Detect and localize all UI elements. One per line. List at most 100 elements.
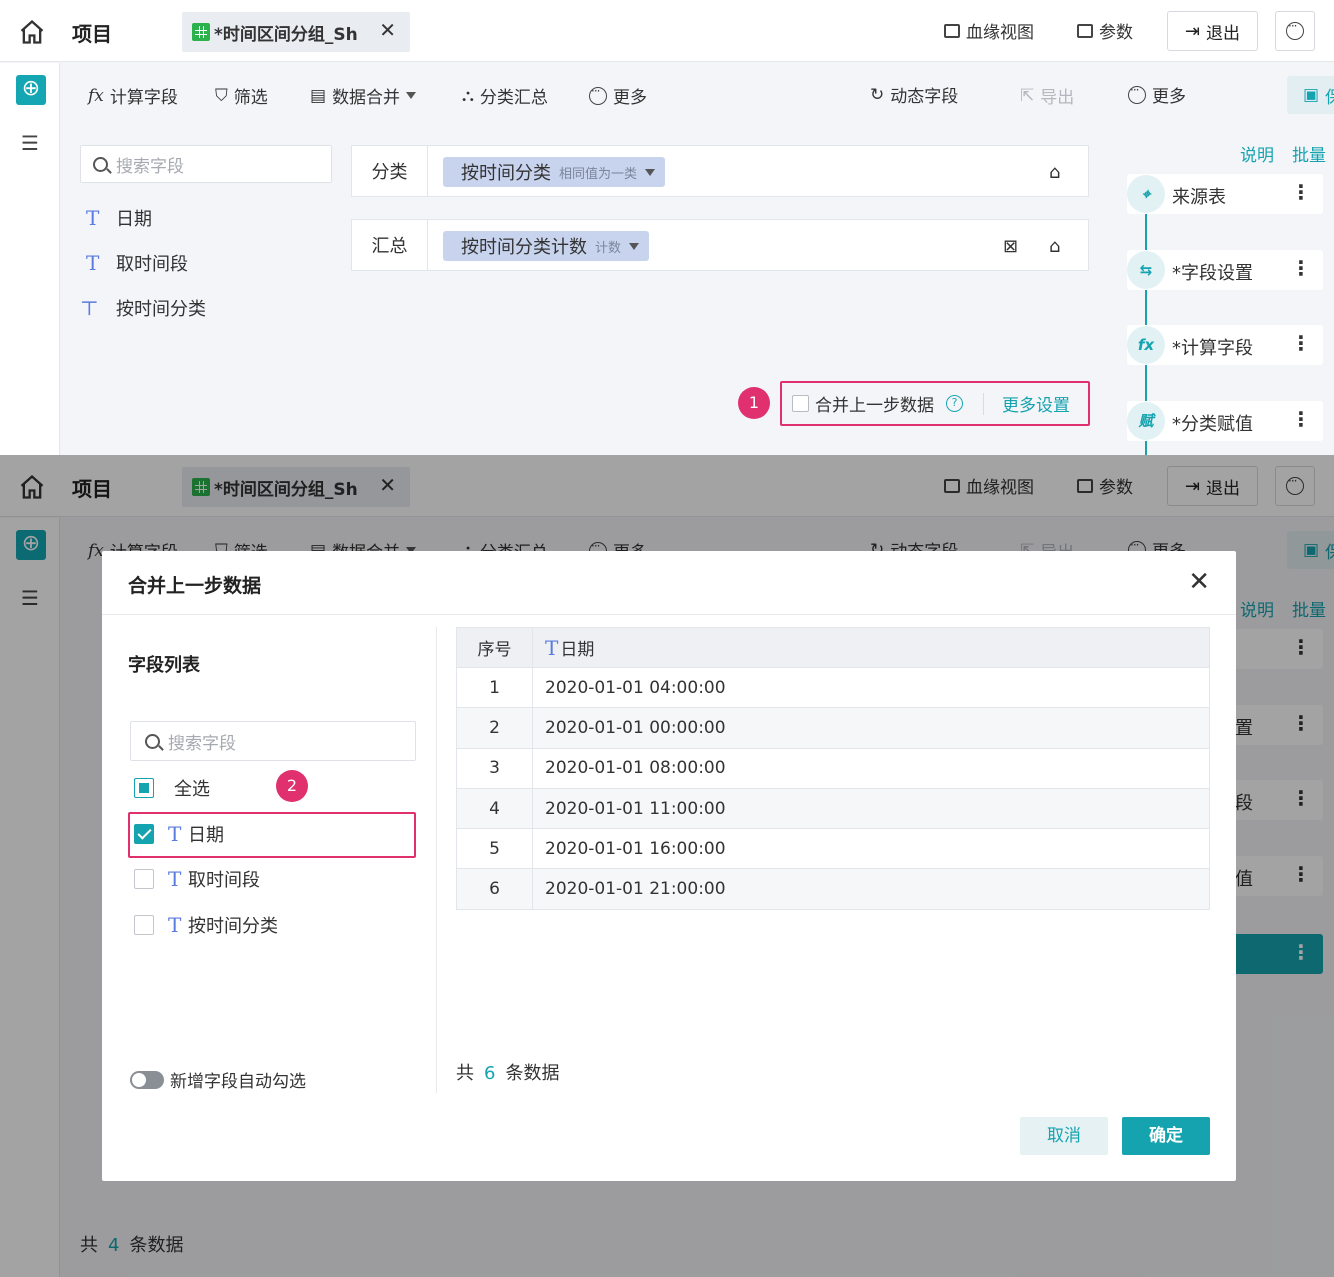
filter-button[interactable]: ⛉筛选 — [215, 83, 268, 109]
table-row: 5 2020-01-01 16:00:00 — [456, 828, 1210, 870]
merge-button[interactable]: ▤数据合并 — [310, 83, 417, 108]
dialog-search-input[interactable]: 搜索字段 — [130, 721, 416, 761]
project-title[interactable]: 项目 — [72, 18, 112, 47]
table-cell: 2 — [456, 707, 533, 749]
kebab-icon[interactable]: ⋮ — [1291, 407, 1311, 431]
step-source-table[interactable]: ⌖ 来源表 ⋮ — [1127, 174, 1323, 214]
field-label: 按时间分类 — [116, 299, 206, 320]
field-checkbox[interactable] — [134, 824, 154, 844]
step-calc-field[interactable]: fx *计算字段 ⋮ — [1127, 325, 1323, 365]
summary-chip[interactable]: 按时间分类计数 计数 — [443, 231, 650, 261]
toolbar: fx计算字段 ⛉筛选 ▤数据合并 ⛬分类汇总 更多 ↻动态字段 ⇱导出 更多 ▣… — [60, 63, 1334, 127]
table-cell: 6 — [456, 868, 533, 910]
save-button[interactable]: ▣保存 — [1287, 76, 1334, 114]
table-row: 1 2020-01-01 04:00:00 — [456, 666, 1210, 709]
field-settings-icon: ⇆ — [1127, 251, 1165, 289]
column-header: T 日期 — [532, 627, 1210, 668]
merge-prev-label: 合并上一步数据 — [815, 396, 934, 416]
explain-link[interactable]: 说明 — [1240, 141, 1274, 166]
field-item[interactable]: T 取时间段 — [86, 250, 188, 276]
sheet-tab[interactable]: *时间区间分组_Sh ✕ — [182, 12, 410, 52]
list-icon[interactable]: ☰ — [21, 131, 39, 155]
select-all-checkbox[interactable] — [134, 778, 154, 798]
merge-dialog: 合并上一步数据 ✕ 字段列表 搜索字段 全选 2 T 日期 T 取时间段 T 按时间分… — [102, 551, 1236, 1181]
save-icon: ▣ — [1302, 85, 1320, 105]
table-row: 2 2020-01-01 00:00:00 — [456, 707, 1210, 749]
clear-icon[interactable]: ⌂ — [1049, 236, 1060, 257]
batch-link[interactable]: 批量 — [1292, 141, 1326, 166]
group-summary-button[interactable]: ⛬分类汇总 — [462, 83, 548, 109]
merge-prev-checkbox[interactable] — [792, 395, 809, 412]
cancel-button[interactable]: 取消 — [1020, 1117, 1108, 1155]
more-icon — [1128, 83, 1146, 104]
field-item[interactable]: T 日期 — [86, 205, 152, 231]
export-button[interactable]: ⇱导出 — [1020, 83, 1075, 109]
count-value: 6 — [484, 1063, 496, 1084]
calc-field-button[interactable]: fx计算字段 — [88, 83, 178, 109]
export-label: 导出 — [1040, 88, 1075, 108]
kebab-icon[interactable]: ⋮ — [1291, 331, 1311, 355]
step-field-settings[interactable]: ⇆ *字段设置 ⋮ — [1127, 250, 1323, 290]
field-checkbox[interactable] — [134, 915, 154, 935]
search-placeholder: 搜索字段 — [116, 156, 184, 177]
exit-label: 退出 — [1206, 23, 1241, 44]
home-icon[interactable] — [18, 18, 46, 46]
search-icon — [145, 733, 160, 749]
select-all-option[interactable]: 全选 — [134, 775, 210, 801]
dynamic-field-button[interactable]: ↻动态字段 — [870, 82, 959, 108]
kebab-icon[interactable]: ⋮ — [1291, 256, 1311, 280]
auto-select-toggle[interactable]: 新增字段自动勾选 — [130, 1067, 306, 1092]
confirm-button[interactable]: 确定 — [1122, 1117, 1210, 1155]
bottom-screenshot: 项目 *时间区间分组_Sh ✕ 血缘视图 参数 ⇥退出 ⊕ ☰ fx计算字段 ⛉… — [0, 455, 1334, 1277]
table-header: 序号 T 日期 — [456, 627, 1210, 668]
kebab-icon[interactable]: ⋮ — [1291, 180, 1311, 204]
filter-label: 筛选 — [233, 88, 268, 108]
close-icon[interactable]: ✕ — [1188, 567, 1210, 597]
field-search-input[interactable]: 搜索字段 — [80, 145, 332, 183]
more-right-label: 更多 — [1152, 87, 1186, 107]
exit-icon: ⇥ — [1184, 20, 1201, 42]
field-checkbox[interactable] — [134, 869, 154, 889]
more-right-button[interactable]: 更多 — [1128, 82, 1186, 107]
text-type-icon: T — [86, 251, 100, 275]
search-icon — [93, 156, 108, 172]
more-settings-link[interactable]: 更多设置 — [1002, 391, 1070, 416]
field-list-title: 字段列表 — [128, 655, 200, 676]
table-cell: 2020-01-01 21:00:00 — [532, 868, 1210, 910]
dialog-field-item[interactable]: T 取时间段 — [134, 866, 260, 892]
merge-label: 数据合并 — [332, 88, 401, 108]
close-tab-icon[interactable]: ✕ — [379, 18, 396, 42]
divider — [436, 627, 437, 1093]
table-cell: 2020-01-01 08:00:00 — [532, 747, 1210, 789]
add-icon[interactable]: ⊕ — [16, 75, 46, 105]
group-icon: ⛬ — [462, 85, 474, 106]
field-item[interactable]: ⊤ 按时间分类 — [80, 295, 206, 321]
text-type-icon: T — [86, 206, 100, 230]
chevron-down-icon — [645, 168, 656, 176]
field-label: 按时间分类 — [188, 916, 278, 937]
lineage-view-button[interactable]: 血缘视图 — [944, 18, 1034, 43]
spreadsheet-icon — [192, 23, 210, 41]
top-bar: 项目 *时间区间分组_Sh ✕ 血缘视图 参数 ⇥ 退出 — [0, 0, 1334, 62]
more-tools-button[interactable]: 更多 — [589, 83, 647, 108]
exit-button[interactable]: ⇥ 退出 — [1167, 11, 1258, 51]
group-chip[interactable]: 按时间分类 相同值为一类 — [443, 157, 666, 187]
steps-links: 说明 批量 — [1240, 141, 1326, 166]
dialog-field-item[interactable]: T 按时间分类 — [134, 912, 278, 938]
table-cell: 3 — [456, 747, 533, 789]
toggle-switch[interactable] — [130, 1070, 164, 1089]
dynamic-field-label: 动态字段 — [890, 87, 959, 107]
summary-row: 汇总 按时间分类计数 计数 ⊠ ⌂ — [351, 219, 1089, 271]
clear-filter-icon[interactable]: ⊠ — [1003, 236, 1018, 257]
dialog-field-item[interactable]: T 日期 — [134, 821, 224, 847]
more-options-button[interactable] — [1275, 11, 1315, 51]
clear-icon[interactable]: ⌂ — [1049, 162, 1060, 183]
divider — [983, 392, 984, 415]
help-icon[interactable]: ? — [946, 395, 963, 412]
fx-icon: fx — [88, 85, 104, 106]
chevron-down-icon — [629, 242, 640, 250]
params-button[interactable]: 参数 — [1077, 18, 1133, 43]
step-label: *计算字段 — [1172, 338, 1253, 359]
field-label: 日期 — [188, 825, 224, 846]
step-group-assign[interactable]: 赋 *分类赋值 ⋮ — [1127, 401, 1323, 441]
